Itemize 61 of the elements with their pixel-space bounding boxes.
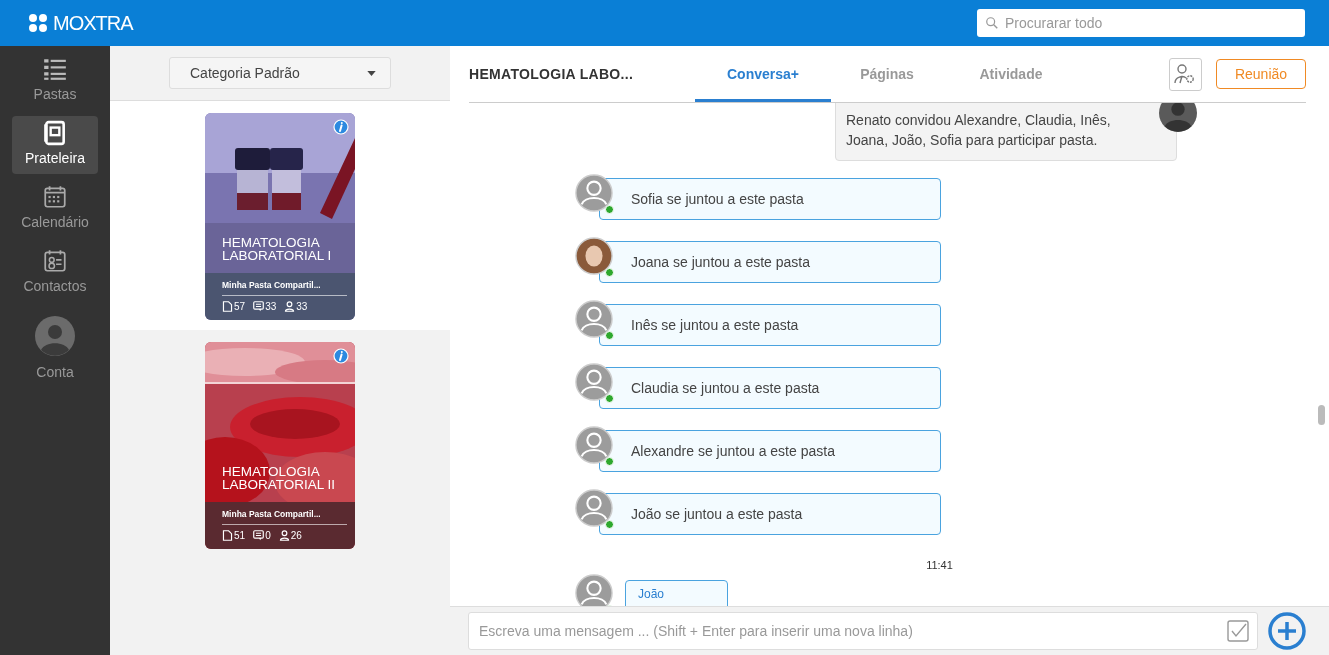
comment-icon xyxy=(253,301,265,312)
count: 33 xyxy=(296,301,308,312)
nav-item[interactable]: Prateleira xyxy=(12,116,98,174)
nav-item[interactable]: Conta xyxy=(12,308,98,388)
avatar-icon xyxy=(35,316,75,356)
page-icon xyxy=(222,301,233,312)
category-dropdown[interactable]: Categoria Padrão xyxy=(169,57,391,89)
member-settings-button[interactable] xyxy=(1169,57,1202,91)
count: 26 xyxy=(290,530,302,541)
binder-title: HEMATOLOGIA LABORATORIAL II xyxy=(222,465,337,491)
binder-subtitle: Minha Pasta Compartil... xyxy=(222,280,347,296)
binder-subtitle: Minha Pasta Compartil... xyxy=(222,509,347,525)
logo-text: MOXTRA xyxy=(53,11,133,35)
person-icon xyxy=(278,530,290,541)
search-field[interactable]: Procurarar todo xyxy=(977,9,1305,37)
plus-icon xyxy=(1267,611,1307,651)
person-icon xyxy=(284,301,296,312)
caret-icon xyxy=(367,70,376,76)
tab[interactable]: Conversa+ xyxy=(695,46,831,102)
avatar xyxy=(575,489,613,527)
meeting-button[interactable]: Reunião xyxy=(1216,59,1306,89)
info-icon xyxy=(333,348,349,364)
add-button[interactable] xyxy=(1267,611,1307,651)
count: 0 xyxy=(265,530,271,541)
avatar xyxy=(1159,103,1197,132)
event-message: Inês se juntou a este pasta xyxy=(599,304,941,346)
comment-icon xyxy=(253,530,265,541)
person-gear-icon xyxy=(1173,62,1197,86)
avatar xyxy=(575,426,613,464)
event-message: Sofia se juntou a este pasta xyxy=(599,178,941,220)
list-icon xyxy=(42,56,68,82)
binder-name: HEMATOLOGIA LABO... xyxy=(469,66,635,82)
logo-icon xyxy=(28,13,48,33)
avatar xyxy=(575,574,613,606)
event-message: Alexandre se juntou a este pasta xyxy=(599,430,941,472)
timestamp: 11:41 xyxy=(925,559,954,571)
checkbox-icon xyxy=(1226,619,1250,643)
scrollbar-thumb[interactable] xyxy=(1318,405,1325,425)
avatar xyxy=(575,300,613,338)
info-icon xyxy=(333,119,349,135)
calendar-icon xyxy=(42,184,68,210)
binder-icon xyxy=(42,120,68,146)
binder-card[interactable]: HEMATOLOGIA LABORATORIAL II Minha Pasta Compartil... 51 0 26 xyxy=(205,342,355,549)
avatar xyxy=(575,174,613,212)
binder-title: HEMATOLOGIA LABORATORIAL I xyxy=(222,236,333,262)
contact-card-icon xyxy=(42,248,68,274)
event-message: Claudia se juntou a este pasta xyxy=(599,367,941,409)
count: 33 xyxy=(265,301,277,312)
event-message: Joana se juntou a este pasta xyxy=(599,241,941,283)
avatar xyxy=(575,237,613,275)
nav-item[interactable]: Contactos xyxy=(12,244,98,302)
nav-item[interactable]: Pastas xyxy=(12,52,98,110)
page-icon xyxy=(222,530,233,541)
message-field[interactable]: Escreva uma mensagem ... (Shift + Enter para inserir uma nova linha) xyxy=(468,612,1258,650)
count: 57 xyxy=(234,301,246,312)
event-message: João se juntou a este pasta xyxy=(599,493,941,535)
invitation-notice: Renato convidou Alexandre, Claudia, Inês, Joana, João, Sofia para participar pasta. xyxy=(835,103,1177,161)
count: 51 xyxy=(234,530,246,541)
nav-item[interactable]: Calendário xyxy=(12,180,98,238)
avatar xyxy=(575,363,613,401)
author-name: João xyxy=(638,587,665,601)
